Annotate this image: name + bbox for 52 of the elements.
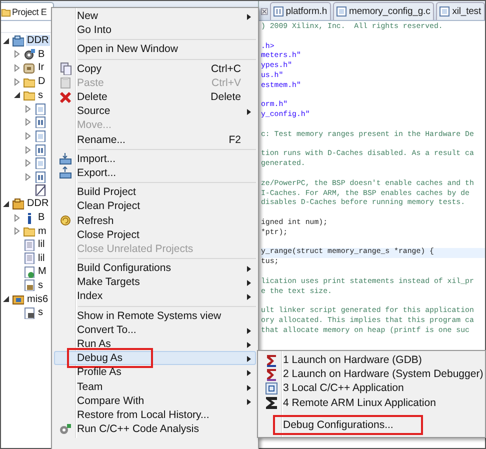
menu-item[interactable]: 4 Remote ARM Linux Application [260, 396, 483, 410]
menu-item[interactable]: Export... [54, 166, 256, 180]
menu-item[interactable]: Restore from Local History... [54, 408, 256, 422]
menu-item[interactable]: 3 Local C/C++ Application [260, 381, 483, 396]
view-tab[interactable]: Project E [1, 2, 54, 20]
tree-item[interactable]: s [37, 307, 44, 318]
menu-item[interactable]: Open in New Window [54, 42, 256, 57]
menu-item[interactable]: Compare With [54, 394, 256, 408]
editor-tab[interactable]: memory_config_g.c [333, 2, 434, 20]
shortcut-label: Ctrl+C [210, 62, 242, 75]
menu-item[interactable]: Rename... F2 [54, 132, 256, 147]
menu-item[interactable]: Make Targets [54, 275, 256, 290]
shortcut-label: Ctrl+V [212, 76, 242, 89]
menu-item[interactable]: 2 Launch on Hardware (System Debugger) [260, 367, 483, 382]
menu-item[interactable]: Source [54, 104, 256, 118]
menu-item[interactable]: Build Project [54, 185, 256, 200]
menu-item[interactable]: Go Into [54, 23, 256, 38]
menu-item[interactable]: Team [54, 380, 256, 394]
shortcut-label: F2 [228, 134, 242, 146]
menu-item[interactable]: Debug Configurations... [260, 416, 483, 435]
tree-item[interactable]: s [37, 280, 44, 291]
tree-item[interactable]: M [37, 266, 48, 278]
tree-item[interactable]: DDR [26, 198, 50, 210]
menu-item[interactable]: Debug As [54, 351, 256, 366]
menu-item[interactable]: Import... [54, 152, 256, 166]
tree-item[interactable]: B [37, 212, 46, 224]
tree-item[interactable]: s [37, 90, 44, 101]
menu-item[interactable]: Clean Project [54, 199, 256, 214]
shortcut-label: Delete [210, 91, 242, 104]
menu-item[interactable]: Show in Remote Systems view [54, 308, 256, 323]
menu-item[interactable]: Copy Ctrl+C [54, 62, 256, 76]
editor-tab[interactable]: platform.h [270, 2, 332, 20]
menu-item[interactable]: Convert To... [54, 322, 256, 337]
tree-item[interactable]: Ir [37, 62, 46, 74]
menu-item[interactable]: Run As [54, 336, 256, 352]
menu-item[interactable]: Run C/C++ Code Analysis [54, 422, 256, 436]
tree-item[interactable]: DDR [26, 35, 50, 46]
menu-item[interactable]: Profile As [54, 365, 256, 380]
tree-item[interactable]: mis6 [26, 294, 50, 305]
menu-item[interactable]: Build Configurations [54, 261, 256, 276]
editor-tab[interactable]: xil_test [436, 2, 485, 20]
menu-item[interactable]: Delete Delete [54, 90, 256, 104]
tree-item[interactable]: m [37, 226, 48, 237]
tree-item[interactable]: B [37, 48, 46, 60]
menu-item[interactable]: Refresh [54, 213, 256, 228]
tree-item[interactable]: lil [37, 239, 46, 250]
tree-item[interactable]: D [37, 76, 46, 88]
tree-item[interactable]: lil [37, 252, 46, 264]
menu-item[interactable]: Index [54, 289, 256, 304]
menu-item[interactable]: Close Project [54, 228, 256, 242]
menu-item[interactable]: New [54, 9, 256, 24]
menu-item[interactable]: 1 Launch on Hardware (GDB) [260, 353, 483, 368]
